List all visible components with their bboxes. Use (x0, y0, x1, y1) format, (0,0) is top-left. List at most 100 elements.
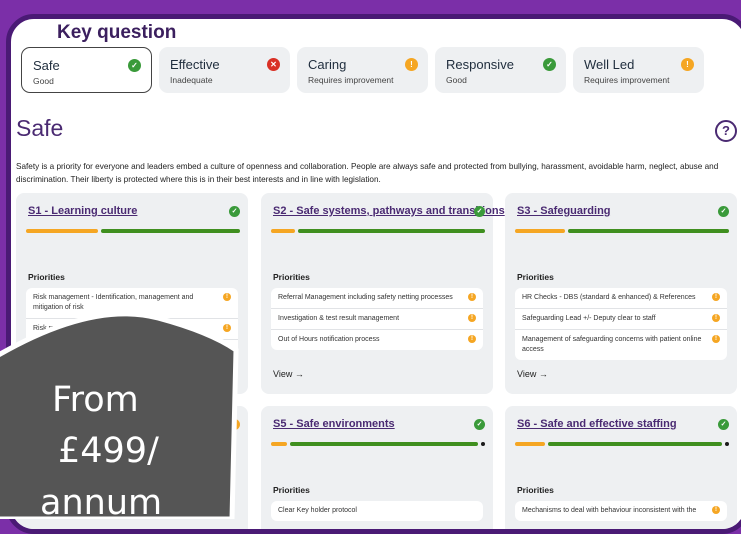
priority-item[interactable]: Clear Key holder protocol (271, 501, 483, 521)
tab-safe[interactable]: Safe Good ✓ (21, 47, 152, 93)
progress-segment-orange (271, 229, 295, 233)
statement-card-s3: S3 - Safeguarding ✓ Priorities HR Checks… (505, 193, 737, 394)
view-link[interactable]: View → (517, 369, 548, 379)
priority-text: Risk management - Identification, manage… (33, 294, 194, 311)
statement-title-link[interactable]: S3 - Safeguarding (517, 205, 727, 217)
warning-icon: ! (223, 324, 231, 332)
priority-text: HR Checks - DBS (standard & enhanced) & … (522, 294, 696, 301)
progress-bar (515, 442, 729, 446)
progress-end-dot (481, 442, 485, 446)
warning-icon: ! (405, 58, 418, 71)
priorities-list: Risk management - Identification, manage… (26, 288, 238, 360)
warning-icon: ! (681, 58, 694, 71)
priority-item[interactable]: HR Checks - DBS (standard & enhanced) & … (515, 288, 727, 309)
progress-segment-orange (515, 442, 545, 446)
priorities-label: Priorities (273, 485, 310, 495)
statement-card-s1: S1 - Learning culture ✓ Priorities Risk … (16, 193, 248, 394)
help-icon[interactable]: ? (715, 120, 737, 142)
tab-rating: Requires improvement (584, 75, 670, 85)
statement-title-link[interactable]: S5 - Safe environments (273, 418, 483, 430)
section-title: Safe (16, 115, 64, 141)
priority-item[interactable]: Learning & development! (26, 340, 238, 360)
progress-segment-green (298, 229, 485, 233)
tab-title: Effective (170, 57, 220, 72)
key-question-tabs: Safe Good ✓ Effective Inadequate ✕ Carin… (21, 47, 704, 93)
tab-rating: Good (446, 75, 467, 85)
progress-end-dot (725, 442, 729, 446)
warning-icon: ! (468, 335, 476, 343)
check-icon: ✓ (543, 58, 556, 71)
tab-caring[interactable]: Caring Requires improvement ! (297, 47, 428, 93)
view-link[interactable]: View → (28, 369, 59, 379)
priority-text: Mechanisms to deal with behaviour incons… (522, 507, 697, 514)
priority-item[interactable]: Referral Management including safety net… (271, 288, 483, 309)
warning-icon: ! (468, 314, 476, 322)
tab-rating: Inadequate (170, 75, 213, 85)
priority-text: Clear Key holder protocol (278, 507, 357, 514)
priority-item[interactable]: Risk management - Identification, manage… (26, 288, 238, 319)
statement-card-s5: S5 - Safe environments ✓ Priorities Clea… (261, 406, 493, 529)
priority-item[interactable]: Investigation & test result management! (271, 309, 483, 330)
priority-text: Referral Management including safety net… (278, 294, 453, 301)
progress-bar (271, 442, 485, 446)
tab-well-led[interactable]: Well Led Requires improvement ! (573, 47, 704, 93)
priority-item[interactable]: Out of Hours notification process! (271, 330, 483, 350)
view-link[interactable]: View → (273, 369, 304, 379)
tab-rating: Requires improvement (308, 75, 394, 85)
progress-segment-orange (26, 229, 98, 233)
priority-item[interactable]: Mechanisms to deal with behaviour incons… (515, 501, 727, 521)
priority-item[interactable]: Management of safeguarding concerns with… (515, 330, 727, 360)
statement-card-s4: ! (16, 406, 248, 529)
warning-icon: ! (223, 293, 231, 301)
statement-card-s6: S6 - Safe and effective staffing ✓ Prior… (505, 406, 737, 529)
tab-effective[interactable]: Effective Inadequate ✕ (159, 47, 290, 93)
priorities-label: Priorities (28, 272, 65, 282)
tab-responsive[interactable]: Responsive Good ✓ (435, 47, 566, 93)
cross-icon: ✕ (267, 58, 280, 71)
app-frame: Key question Safe Good ✓ Effective Inade… (6, 14, 741, 534)
progress-segment-green (101, 229, 240, 233)
statement-card-s2: S2 - Safe systems, pathways and transiti… (261, 193, 505, 394)
priorities-label: Priorities (517, 485, 554, 495)
statement-title-link[interactable]: S2 - Safe systems, pathways and transiti… (273, 205, 505, 217)
warning-icon: ! (712, 314, 720, 322)
progress-bar (26, 229, 240, 233)
key-question-heading: Key question (57, 22, 177, 43)
progress-segment-orange (271, 442, 287, 446)
tab-title: Well Led (584, 57, 635, 72)
check-icon: ✓ (474, 206, 485, 217)
tab-title: Responsive (446, 57, 514, 72)
priority-text: Safeguarding Lead +/- Deputy clear to st… (522, 315, 656, 322)
priority-text: Management of safeguarding concerns with… (522, 336, 702, 353)
priority-item[interactable]: Risk management - Active risk register! (26, 319, 238, 340)
priority-text: Out of Hours notification process (278, 336, 380, 343)
priority-text: Learning & development (33, 346, 109, 353)
priorities-label: Priorities (517, 272, 554, 282)
priority-item[interactable]: Safeguarding Lead +/- Deputy clear to st… (515, 309, 727, 330)
priorities-list: Clear Key holder protocol (271, 501, 483, 521)
progress-segment-green (290, 442, 478, 446)
warning-icon: ! (468, 293, 476, 301)
warning-icon: ! (223, 345, 231, 353)
progress-segment-green (548, 442, 722, 446)
progress-segment-green (568, 229, 729, 233)
check-icon: ✓ (229, 206, 240, 217)
priorities-label: Priorities (273, 272, 310, 282)
progress-segment-orange (515, 229, 565, 233)
tab-title: Caring (308, 57, 347, 72)
priorities-list: Mechanisms to deal with behaviour incons… (515, 501, 727, 521)
warning-icon: ! (229, 419, 240, 430)
tab-title: Safe (33, 58, 60, 73)
check-icon: ✓ (718, 206, 729, 217)
warning-icon: ! (712, 506, 720, 514)
priorities-list: Referral Management including safety net… (271, 288, 483, 350)
priorities-list: HR Checks - DBS (standard & enhanced) & … (515, 288, 727, 360)
progress-bar (515, 229, 729, 233)
progress-bar (271, 229, 485, 233)
statement-title-link[interactable]: S1 - Learning culture (28, 205, 238, 217)
tab-rating: Good (33, 76, 54, 86)
warning-icon: ! (712, 335, 720, 343)
statement-title-link[interactable]: S6 - Safe and effective staffing (517, 418, 727, 430)
section-description: Safety is a priority for everyone and le… (16, 162, 719, 184)
warning-icon: ! (712, 293, 720, 301)
